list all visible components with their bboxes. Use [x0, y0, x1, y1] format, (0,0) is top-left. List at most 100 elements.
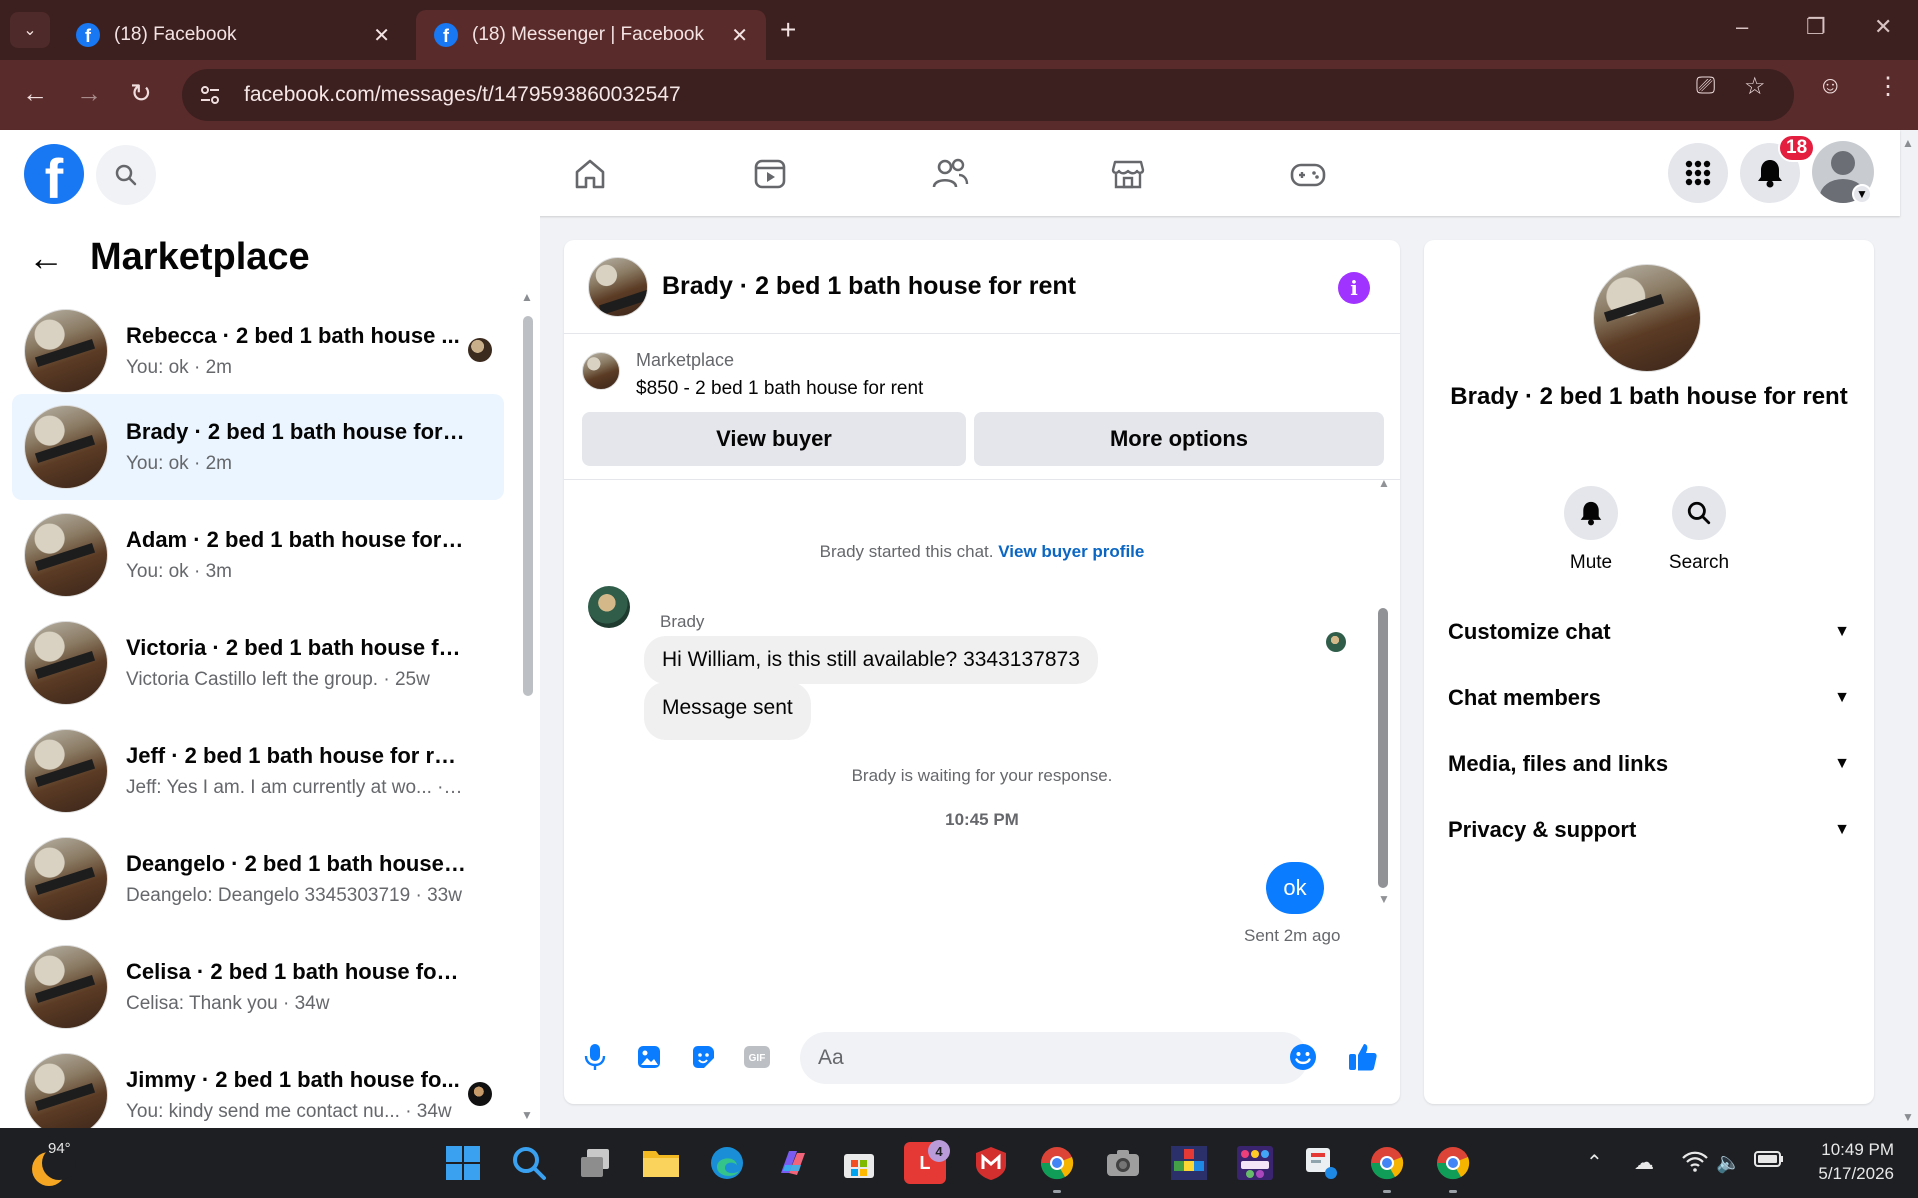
tab-close-icon[interactable]: ✕ [373, 23, 390, 48]
taskbar-search-icon[interactable] [508, 1142, 550, 1184]
conversation-item[interactable]: Jeff · 2 bed 1 bath house for rent Jeff:… [12, 718, 504, 824]
seen-avatar [468, 1082, 492, 1106]
site-info-icon[interactable] [192, 77, 228, 113]
listing-price[interactable]: $850 - 2 bed 1 bath house for rent [636, 378, 923, 400]
media-files-section[interactable]: Media, files and links ▼ [1424, 734, 1874, 794]
sender-avatar[interactable] [588, 586, 630, 628]
volume-icon[interactable]: 🔈 [1716, 1150, 1741, 1175]
bookmark-star-icon[interactable]: ☆ [1744, 72, 1766, 101]
task-view-icon[interactable] [574, 1142, 616, 1184]
chat-title[interactable]: Brady · 2 bed 1 bath house for rent [662, 272, 1076, 301]
message-timestamp: 10:45 PM [945, 810, 1019, 829]
search-icon[interactable] [1672, 486, 1726, 540]
restore-icon[interactable]: ❐ [1806, 14, 1826, 40]
section-label: Privacy & support [1448, 817, 1637, 842]
chrome-icon[interactable] [1036, 1142, 1078, 1184]
conversation-item[interactable]: Deangelo · 2 bed 1 bath house f... Deang… [12, 826, 504, 932]
sidebar-scrollbar[interactable] [523, 316, 533, 696]
tab-messenger[interactable]: f (18) Messenger | Facebook ✕ [416, 10, 766, 60]
conversation-item[interactable]: Rebecca · 2 bed 1 bath house ... You: ok… [12, 298, 504, 404]
new-tab-button[interactable]: + [780, 14, 796, 46]
emoji-icon[interactable] [1286, 1040, 1320, 1074]
info-icon[interactable]: i [1338, 272, 1370, 304]
search-button[interactable] [96, 145, 156, 205]
customize-chat-section[interactable]: Customize chat ▼ [1424, 602, 1874, 662]
chat-members-section[interactable]: Chat members ▼ [1424, 668, 1874, 728]
chevron-down-icon[interactable]: ▼ [1852, 184, 1872, 204]
scroll-up-arrow-icon[interactable]: ▲ [521, 290, 533, 304]
game-app-icon[interactable] [1168, 1142, 1210, 1184]
copilot-icon[interactable] [772, 1142, 814, 1184]
start-icon[interactable] [442, 1142, 484, 1184]
thumbs-up-icon[interactable] [1346, 1040, 1380, 1074]
incoming-message[interactable]: Hi William, is this still available? 334… [644, 636, 1098, 684]
chat-avatar[interactable] [588, 256, 648, 317]
profile-icon[interactable]: ☺ [1818, 72, 1843, 100]
scroll-down-arrow-icon[interactable]: ▼ [1378, 892, 1390, 906]
gif-icon[interactable]: GIF [740, 1040, 774, 1074]
tray-overflow-icon[interactable]: ⌃ [1586, 1150, 1603, 1175]
gaming-icon[interactable] [1286, 152, 1330, 196]
view-buyer-profile-link[interactable]: View buyer profile [998, 542, 1144, 561]
menu-kebab-icon[interactable]: ⋮ [1876, 72, 1900, 101]
conversation-item[interactable]: Brady · 2 bed 1 bath house for r... You:… [12, 394, 504, 500]
chat-scrollbar[interactable] [1378, 608, 1388, 888]
tab-search-button[interactable]: ⌄ [10, 12, 50, 48]
message-input[interactable] [800, 1032, 1308, 1084]
chat-info-avatar[interactable] [1593, 264, 1701, 372]
minimize-icon[interactable]: – [1736, 14, 1748, 40]
scroll-down-arrow-icon[interactable]: ▼ [521, 1108, 533, 1122]
search-action[interactable]: Search [1659, 486, 1739, 574]
snipping-tool-icon[interactable] [1300, 1142, 1342, 1184]
tab-close-icon[interactable]: ✕ [731, 23, 748, 48]
menu-grid-button[interactable] [1668, 143, 1728, 203]
privacy-support-section[interactable]: Privacy & support ▼ [1424, 800, 1874, 860]
video-icon[interactable] [748, 152, 792, 196]
edge-icon[interactable] [706, 1142, 748, 1184]
outgoing-message[interactable]: ok [1266, 862, 1324, 914]
seen-avatar [468, 338, 492, 362]
sticker-icon[interactable] [686, 1040, 720, 1074]
chrome-profile-icon[interactable] [1366, 1142, 1408, 1184]
bell-icon[interactable] [1564, 486, 1618, 540]
conversation-item[interactable]: Adam · 2 bed 1 bath house for r... You: … [12, 502, 504, 608]
conversation-item[interactable]: Victoria · 2 bed 1 bath house for... Vic… [12, 610, 504, 716]
forward-icon[interactable]: → [76, 78, 102, 109]
facebook-logo-icon[interactable]: f [24, 144, 84, 204]
system-clock[interactable]: 10:49 PM 5/17/2026 [1794, 1138, 1894, 1186]
incoming-message[interactable]: Message sent [644, 682, 811, 740]
view-buyer-button[interactable]: View buyer [582, 412, 966, 466]
scroll-up-arrow-icon[interactable]: ▲ [1378, 476, 1390, 490]
weather-widget[interactable]: 94° [28, 1138, 78, 1188]
camera-icon[interactable] [1102, 1142, 1144, 1184]
onedrive-icon[interactable]: ☁ [1634, 1150, 1654, 1175]
home-icon[interactable] [568, 152, 612, 196]
file-explorer-icon[interactable] [640, 1142, 682, 1184]
mute-action[interactable]: Mute [1551, 486, 1631, 574]
address-bar[interactable]: facebook.com/messages/t/1479593860032547 [182, 69, 1794, 121]
window-close-icon[interactable]: ✕ [1874, 14, 1892, 40]
page-scroll-up-icon[interactable]: ▲ [1902, 136, 1914, 150]
wifi-icon[interactable] [1682, 1150, 1708, 1178]
install-app-icon[interactable]: ⎚ [1696, 72, 1715, 100]
microsoft-store-icon[interactable] [838, 1142, 880, 1184]
back-icon[interactable]: ← [22, 78, 48, 109]
microphone-icon[interactable] [578, 1040, 612, 1074]
back-arrow-icon[interactable]: ← [28, 237, 64, 279]
page-scroll-down-icon[interactable]: ▼ [1902, 1110, 1914, 1124]
search-icon [115, 164, 137, 186]
photo-icon[interactable] [632, 1040, 666, 1074]
bubble-game-icon[interactable] [1234, 1142, 1276, 1184]
chrome-profile-icon[interactable] [1432, 1142, 1474, 1184]
listing-thumbnail[interactable] [582, 352, 620, 390]
friends-icon[interactable] [928, 152, 972, 196]
battery-icon[interactable] [1754, 1150, 1784, 1174]
conversation-item[interactable]: Celisa · 2 bed 1 bath house for r... Cel… [12, 934, 504, 1040]
conversation-item[interactable]: Jimmy · 2 bed 1 bath house fo... You: ki… [12, 1042, 504, 1128]
more-options-button[interactable]: More options [974, 412, 1384, 466]
marketplace-icon[interactable] [1106, 152, 1150, 196]
tab-facebook[interactable]: f (18) Facebook ✕ [58, 10, 408, 60]
reload-icon[interactable]: ↻ [130, 78, 152, 109]
conversation-name: Brady · 2 bed 1 bath house for r... [126, 419, 466, 444]
mcafee-icon[interactable] [970, 1142, 1012, 1184]
